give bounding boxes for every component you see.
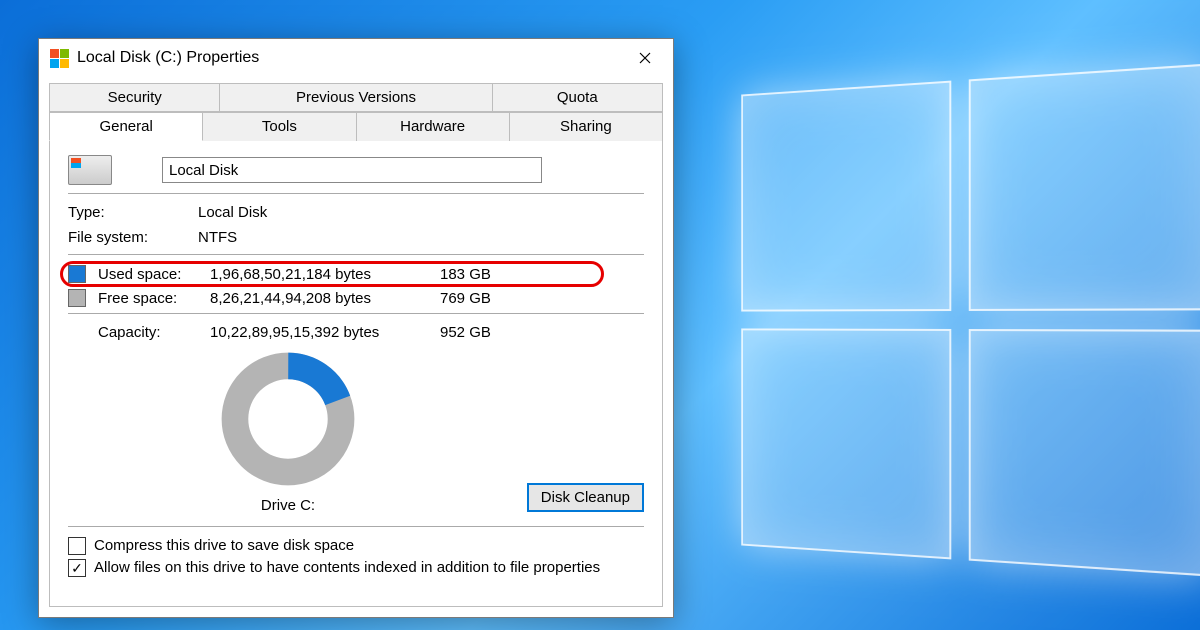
used-swatch-icon [68,265,86,283]
separator [68,313,644,314]
type-value: Local Disk [198,204,644,221]
tab-sharing[interactable]: Sharing [510,112,663,141]
type-label: Type: [68,204,198,221]
tab-tools[interactable]: Tools [203,112,356,141]
free-gb: 769 GB [440,290,520,307]
properties-dialog: Local Disk (C:) Properties Security Prev… [38,38,674,618]
tab-security[interactable]: Security [49,83,220,112]
capacity-gb: 952 GB [440,324,520,341]
separator [68,254,644,255]
filesystem-value: NTFS [198,229,644,246]
used-label: Used space: [98,266,210,283]
tab-quota[interactable]: Quota [493,83,663,112]
separator [68,526,644,527]
volume-name-input[interactable] [162,157,542,183]
filesystem-label: File system: [68,229,198,246]
used-bytes: 1,96,68,50,21,184 bytes [210,266,440,283]
compress-checkbox[interactable] [68,537,86,555]
close-button[interactable] [623,43,667,73]
capacity-label: Capacity: [98,324,210,341]
free-label: Free space: [98,290,210,307]
capacity-bytes: 10,22,89,95,15,392 bytes [210,324,440,341]
tab-hardware[interactable]: Hardware [357,112,510,141]
free-bytes: 8,26,21,44,94,208 bytes [210,290,440,307]
separator [68,193,644,194]
titlebar[interactable]: Local Disk (C:) Properties [39,39,673,77]
used-gb: 183 GB [440,266,520,283]
index-label: Allow files on this drive to have conten… [94,559,600,576]
windows-logo-icon [741,63,1200,576]
general-panel: Type: Local Disk File system: NTFS Used … [49,141,663,607]
usage-donut-chart [218,349,358,489]
tab-general[interactable]: General [49,112,203,141]
compress-label: Compress this drive to save disk space [94,537,354,554]
free-swatch-icon [68,289,86,307]
index-checkbox[interactable] [68,559,86,577]
window-title: Local Disk (C:) Properties [77,49,623,67]
tab-previous-versions[interactable]: Previous Versions [220,83,492,112]
disk-cleanup-button[interactable]: Disk Cleanup [527,483,644,512]
disk-drive-icon [68,155,112,185]
drive-icon [49,48,69,68]
drive-label: Drive C: [218,497,358,514]
